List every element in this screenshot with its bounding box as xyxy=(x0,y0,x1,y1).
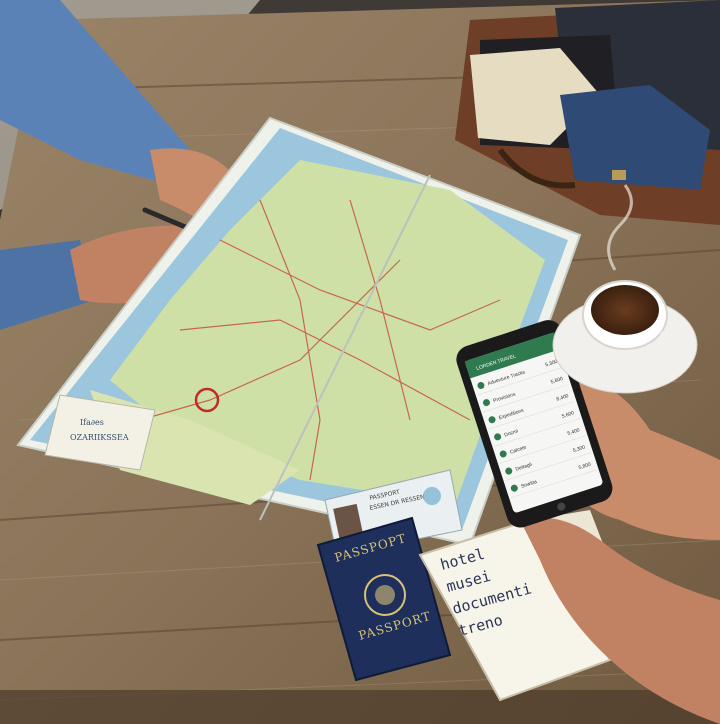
coffee xyxy=(591,285,659,335)
id-hologram-icon xyxy=(423,487,441,505)
suitcase-latch xyxy=(612,170,626,180)
table-edge xyxy=(0,690,720,724)
map-legend-line1: Ifa∂es xyxy=(80,418,104,427)
map-legend-line2: OZARIIKSSEA xyxy=(70,433,129,442)
travel-planning-scene: Ifa∂es OZARIIKSSEA PASSPORT ESSEN DR RES… xyxy=(0,0,720,724)
